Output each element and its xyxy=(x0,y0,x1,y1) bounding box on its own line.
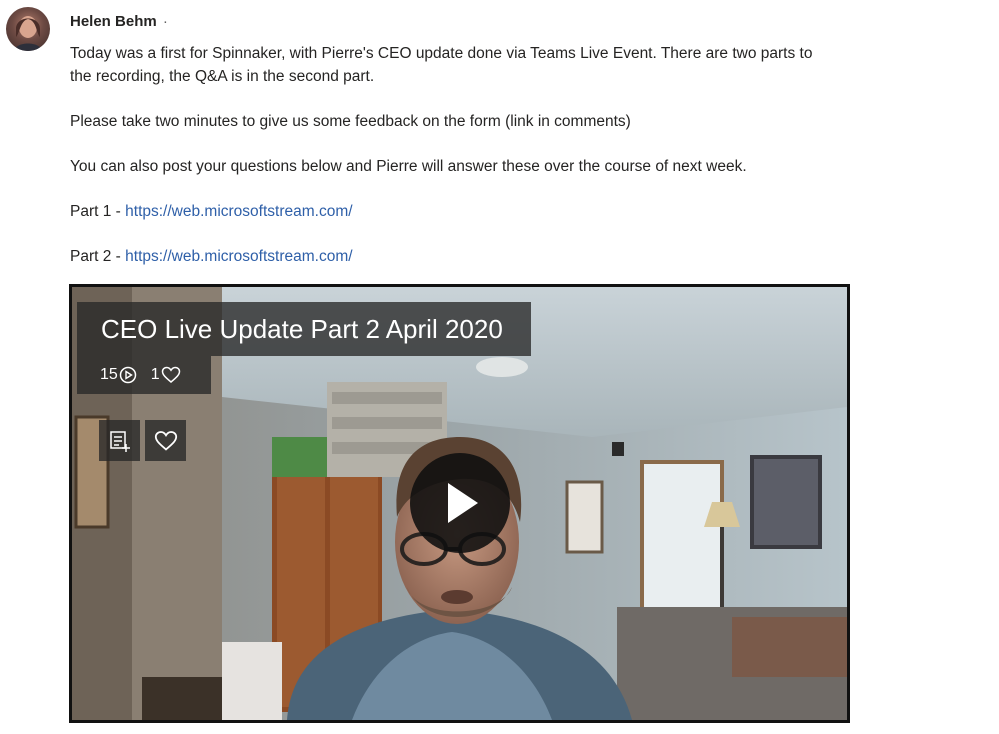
post-body: Today was a first for Spinnaker, with Pi… xyxy=(70,42,830,290)
heart-outline-icon xyxy=(154,430,177,451)
part-2-link[interactable]: https://web.microsoftstream.com/ xyxy=(125,248,352,265)
video-stats: 15 1 xyxy=(77,356,211,394)
play-icon xyxy=(448,483,478,523)
part-2-prefix: Part 2 - xyxy=(70,248,126,265)
part-1-link[interactable]: https://web.microsoftstream.com/ xyxy=(125,203,352,220)
like-count-value: 1 xyxy=(150,366,160,383)
author-name[interactable]: Helen Behm xyxy=(70,13,157,30)
author-avatar[interactable] xyxy=(6,7,50,51)
part-1-line: Part 1 - https://web.microsoftstream.com… xyxy=(70,200,830,223)
play-button[interactable] xyxy=(410,453,510,553)
like-count: 1 xyxy=(151,366,181,384)
video-player[interactable]: CEO Live Update Part 2 April 2020 15 1 xyxy=(69,284,850,723)
author-header: Helen Behm · xyxy=(70,13,168,30)
part-2-line: Part 2 - https://web.microsoftstream.com… xyxy=(70,245,830,268)
like-button[interactable] xyxy=(145,420,186,461)
add-to-playlist-icon xyxy=(109,430,130,452)
video-title: CEO Live Update Part 2 April 2020 xyxy=(77,302,531,356)
post-paragraph: Please take two minutes to give us some … xyxy=(70,113,631,130)
post-paragraph: You can also post your questions below a… xyxy=(70,158,747,175)
heart-outline-icon xyxy=(161,366,180,383)
part-1-prefix: Part 1 - xyxy=(70,203,126,220)
play-circle-icon xyxy=(119,366,137,384)
author-separator: · xyxy=(162,13,168,30)
add-to-playlist-button[interactable] xyxy=(99,420,140,461)
post-paragraph: Today was a first for Spinnaker, with Pi… xyxy=(70,45,813,85)
view-count-value: 15 xyxy=(100,366,118,383)
view-count: 15 xyxy=(100,366,137,384)
